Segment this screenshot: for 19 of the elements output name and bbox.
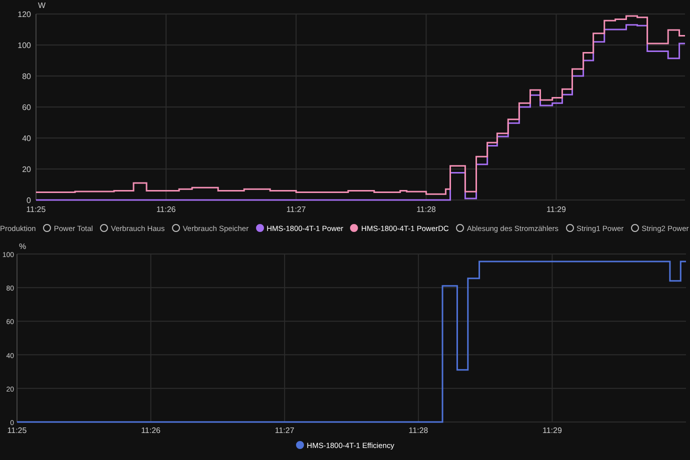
y-tick-label: 80	[22, 72, 31, 81]
x-tick-label: 11:28	[408, 426, 428, 435]
x-tick-label: 11:25	[7, 426, 27, 435]
x-tick-label: 11:26	[156, 205, 176, 214]
x-tick-label: 11:27	[286, 205, 306, 214]
x-tick-label: 11:25	[26, 205, 46, 214]
y-tick-label: 120	[18, 10, 31, 19]
y-tick-label: 100	[18, 41, 31, 50]
y-tick-label: 40	[22, 134, 31, 143]
axis-unit-label: W	[38, 1, 46, 10]
y-tick-label: 0	[26, 196, 31, 205]
axis-unit-label: %	[19, 242, 26, 251]
x-tick-label: 11:29	[546, 205, 566, 214]
x-tick-label: 11:26	[141, 426, 161, 435]
y-tick-label: 60	[22, 103, 31, 112]
x-tick-label: 11:29	[542, 426, 562, 435]
x-tick-label: 11:27	[274, 426, 294, 435]
y-tick-label: 20	[22, 165, 31, 174]
x-tick-label: 11:28	[416, 205, 436, 214]
